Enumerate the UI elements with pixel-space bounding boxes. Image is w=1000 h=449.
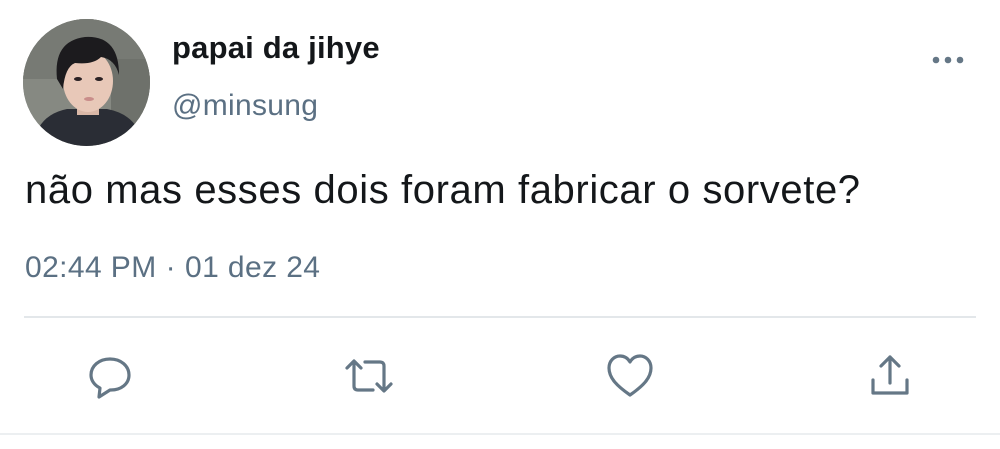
- avatar[interactable]: [23, 19, 150, 146]
- tweet-text: não mas esses dois foram fabricar o sorv…: [25, 168, 861, 212]
- divider: [24, 316, 976, 318]
- bottom-divider: [0, 433, 1000, 435]
- more-horizontal-icon: [932, 56, 964, 64]
- share-button[interactable]: [864, 350, 916, 402]
- retweet-icon: [345, 359, 393, 393]
- share-icon: [871, 355, 909, 395]
- tweet-date: 01 dez 24: [185, 251, 321, 284]
- reply-button[interactable]: [84, 350, 136, 402]
- meta-separator: ·: [165, 251, 176, 284]
- tweet-timestamp[interactable]: 02:44 PM · 01 dez 24: [25, 251, 320, 285]
- avatar-image: [23, 19, 150, 146]
- heart-icon: [607, 354, 653, 397]
- more-options-button[interactable]: [928, 48, 968, 72]
- like-button[interactable]: [604, 350, 656, 402]
- tweet-time: 02:44 PM: [25, 251, 157, 284]
- reply-icon: [89, 357, 131, 399]
- user-handle[interactable]: @minsung: [172, 89, 318, 123]
- tweet-card: papai da jihye @minsung não mas esses do…: [0, 0, 1000, 449]
- retweet-button[interactable]: [343, 350, 395, 402]
- display-name[interactable]: papai da jihye: [172, 30, 380, 66]
